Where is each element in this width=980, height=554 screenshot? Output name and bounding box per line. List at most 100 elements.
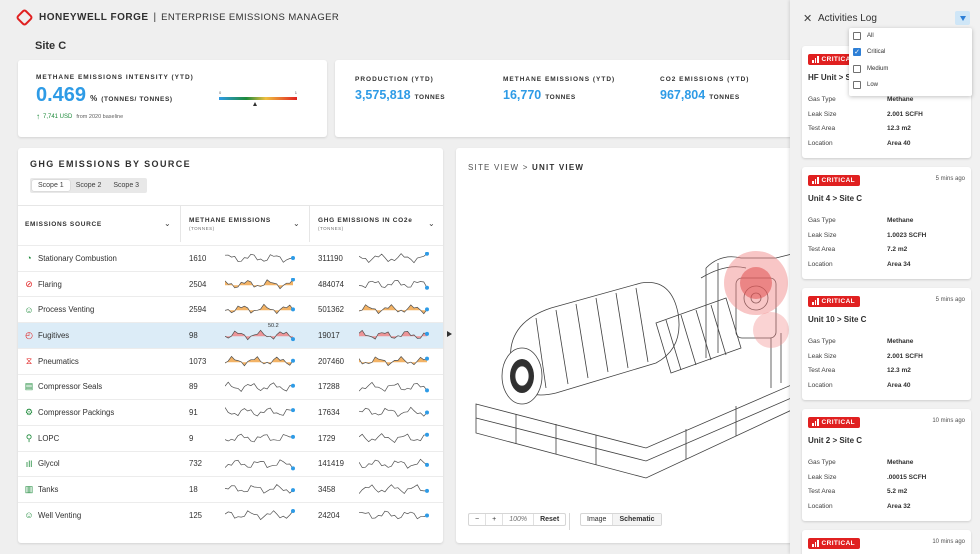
- activity-value: 5.2 m2: [887, 488, 908, 495]
- table-row[interactable]: ıll Glycol 732 141419: [18, 450, 443, 477]
- close-icon[interactable]: ✕: [803, 12, 812, 25]
- activity-value: Area 32: [887, 502, 911, 510]
- methane-value: 1610: [189, 253, 207, 263]
- activity-unit: Unit 4 > Site C: [808, 194, 863, 203]
- methane-sparkline: [225, 253, 295, 263]
- zoom-out-button[interactable]: −: [469, 514, 487, 525]
- source-name: Compressor Seals: [38, 382, 103, 392]
- table-row[interactable]: ▤ Compressor Seals 89 17288: [18, 373, 443, 400]
- ghg-sparkline: [359, 355, 429, 366]
- table-row[interactable]: ▥ Tanks 18 3458: [18, 476, 443, 502]
- checkbox-icon[interactable]: [853, 65, 861, 73]
- breadcrumb-site-view[interactable]: SITE VIEW: [468, 163, 519, 172]
- col-header-ghg-label: GHG EMISSIONS IN CO2e: [318, 217, 413, 224]
- activity-key: Test Area: [808, 488, 836, 495]
- table-row[interactable]: ☺ Process Venting 2594 501362: [18, 296, 443, 322]
- col-header-methane[interactable]: METHANE EMISSIONS (TONNES): [189, 206, 271, 242]
- kpi-production: PRODUCTION (YTD) 3,575,818 TONNES: [355, 76, 445, 102]
- ghg-value: 501362: [318, 305, 345, 315]
- ghg-sparkline: [359, 329, 429, 340]
- methane-sparkline: [225, 304, 295, 315]
- col-header-ghg[interactable]: GHG EMISSIONS IN CO2e (TONNES): [318, 206, 413, 242]
- critical-badge: CRITICAL: [808, 417, 861, 428]
- zoom-in-button[interactable]: +: [486, 514, 504, 525]
- filter-option-critical[interactable]: ✓ Critical: [853, 48, 885, 56]
- activity-card[interactable]: CRITICAL 10 mins ago: [802, 530, 971, 554]
- activity-card[interactable]: CRITICAL 10 mins ago Unit 2 > Site C Gas Ty…: [802, 409, 971, 521]
- signal-bars-icon: [812, 298, 819, 305]
- view-image-button[interactable]: Image: [581, 514, 614, 525]
- checkbox-checked-icon[interactable]: ✓: [853, 48, 861, 56]
- vent-icon: ☺: [24, 304, 34, 315]
- filter-option-low[interactable]: Low: [853, 81, 878, 89]
- filter-button[interactable]: [955, 11, 970, 25]
- filter-option-label: Critical: [867, 49, 886, 55]
- tab-scope-3[interactable]: Scope 3: [107, 180, 145, 191]
- table-row[interactable]: ⚙ Compressor Packings 91 17634: [18, 399, 443, 425]
- activity-time: 5 mins ago: [935, 176, 965, 182]
- ghg-value: 17634: [318, 408, 340, 418]
- critical-badge: CRITICAL: [808, 296, 861, 307]
- kpi-intensity-card: METHANE EMISSIONS INTENSITY (YTD) 0.469 …: [18, 60, 327, 137]
- kpi-production-value: 3,575,818: [355, 88, 411, 102]
- methane-value: 732: [189, 459, 203, 469]
- chevron-down-icon[interactable]: ⌄: [293, 219, 300, 228]
- compressor-unit-illustration[interactable]: [456, 148, 796, 543]
- activity-key: Test Area: [808, 367, 836, 374]
- filter-option-all[interactable]: All: [853, 32, 874, 40]
- kpi-production-unit: TONNES: [414, 94, 446, 101]
- chevron-down-icon[interactable]: ⌄: [428, 219, 435, 228]
- filter-option-medium[interactable]: Medium: [853, 65, 888, 73]
- badge-label: CRITICAL: [821, 298, 856, 305]
- ghg-sparkline: [359, 279, 429, 290]
- ghg-value: 1729: [318, 433, 336, 443]
- methane-value: 125: [189, 510, 203, 520]
- table-row[interactable]: ☺ Well Venting 125 24204: [18, 502, 443, 528]
- app-name: ENTERPRISE EMISSIONS MANAGER: [161, 11, 340, 23]
- column-divider: [309, 206, 310, 242]
- tab-scope-1[interactable]: Scope 1: [32, 180, 70, 191]
- badge-label: CRITICAL: [821, 540, 856, 547]
- gauge-min-label: 0: [219, 90, 222, 95]
- gauge-bar: [219, 97, 297, 100]
- activity-unit: Unit 2 > Site C: [808, 436, 863, 445]
- methane-sparkline: [225, 355, 295, 367]
- view-schematic-button[interactable]: Schematic: [613, 514, 661, 525]
- activity-value: Methane: [887, 459, 914, 466]
- kpi-delta: 7,741 USD: [43, 113, 73, 120]
- seal-icon: ▤: [24, 381, 34, 392]
- source-name: Compressor Packings: [38, 408, 115, 418]
- controls-divider: [569, 513, 570, 530]
- kpi-co2: CO2 EMISSIONS (YTD) 967,804 TONNES: [660, 76, 749, 102]
- chevron-down-icon[interactable]: ⌄: [164, 219, 171, 228]
- ghg-value: 19017: [318, 330, 340, 340]
- activity-key: Leak Size: [808, 231, 837, 239]
- table-row[interactable]: ◴ Fugitives 98 19017 50.2: [18, 322, 443, 348]
- reset-button[interactable]: Reset: [534, 514, 565, 525]
- ghg-sparkline: [359, 510, 429, 520]
- activity-key: Gas Type: [808, 459, 836, 466]
- activity-card[interactable]: CRITICAL 5 mins ago Unit 10 > Site C Gas Ty…: [802, 288, 971, 400]
- zoom-level: 100%: [503, 514, 535, 525]
- activity-unit: Unit 10 > Site C: [808, 315, 867, 324]
- activity-key: Leak Size: [808, 110, 837, 118]
- ghg-sparkline: [359, 252, 429, 264]
- table-row[interactable]: ⊘ Flaring 2504 484074: [18, 270, 443, 297]
- ghg-sparkline: [359, 304, 429, 315]
- col-header-source[interactable]: EMISSIONS SOURCE: [25, 206, 102, 242]
- checkbox-icon[interactable]: [853, 81, 861, 89]
- activity-card[interactable]: CRITICAL 5 mins ago Unit 4 > Site C Gas Typ…: [802, 167, 971, 279]
- filter-option-label: Medium: [867, 66, 889, 72]
- table-row[interactable]: ⧖ Pneumatics 1073 207460: [18, 347, 443, 374]
- checkbox-icon[interactable]: [853, 32, 861, 40]
- gear-icon: ⚙: [24, 407, 34, 418]
- methane-sparkline: [225, 407, 295, 417]
- table-row[interactable]: ◔ Stationary Combustion 1610 311190: [18, 245, 443, 271]
- activity-value: Methane: [887, 338, 914, 345]
- table-row[interactable]: ⚲ LOPC 9 1729: [18, 424, 443, 451]
- ghg-sparkline: [359, 458, 429, 469]
- activity-value: 2.001 SCFH: [887, 110, 923, 118]
- tab-scope-2[interactable]: Scope 2: [70, 180, 108, 191]
- activity-value: Area 40: [887, 139, 911, 147]
- leak-hotspot-secondary[interactable]: [753, 312, 789, 348]
